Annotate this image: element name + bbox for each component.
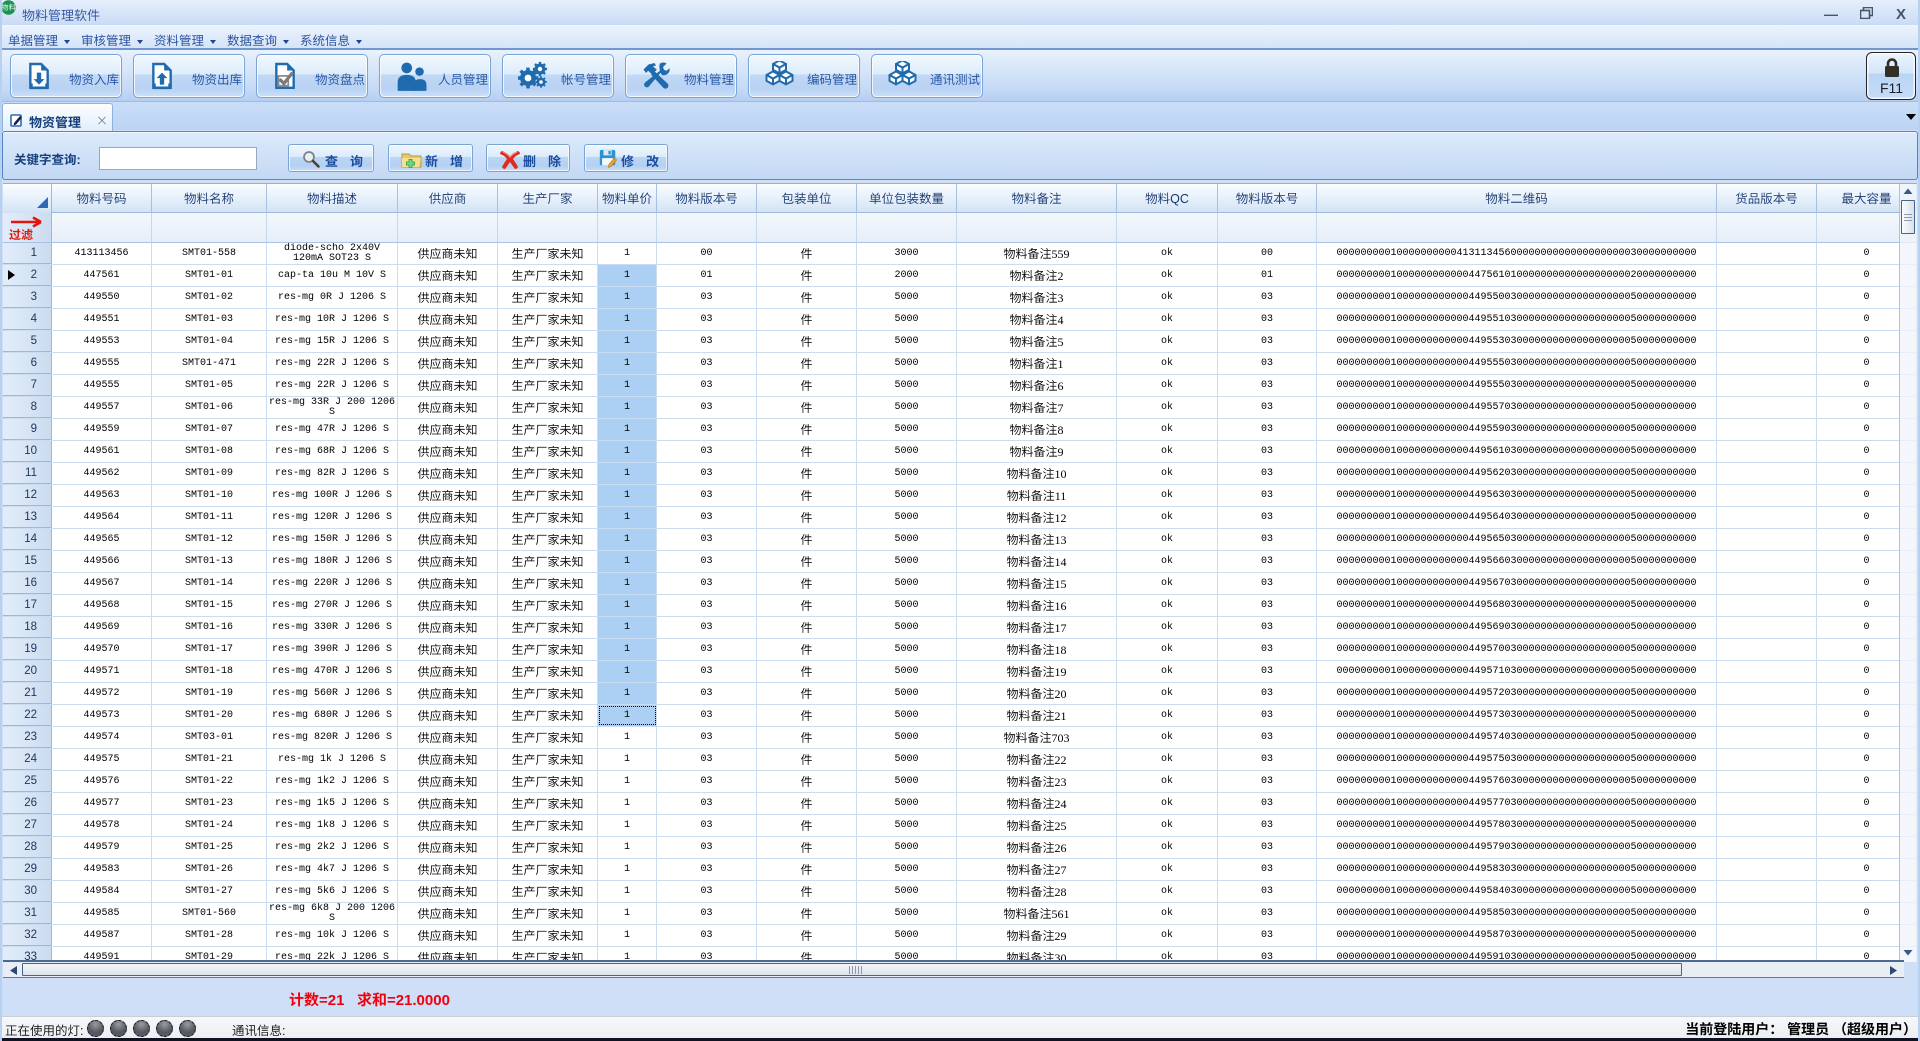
svg-text:物料: 物料 — [1, 2, 16, 13]
svg-text:过滤: 过滤 — [9, 226, 33, 243]
